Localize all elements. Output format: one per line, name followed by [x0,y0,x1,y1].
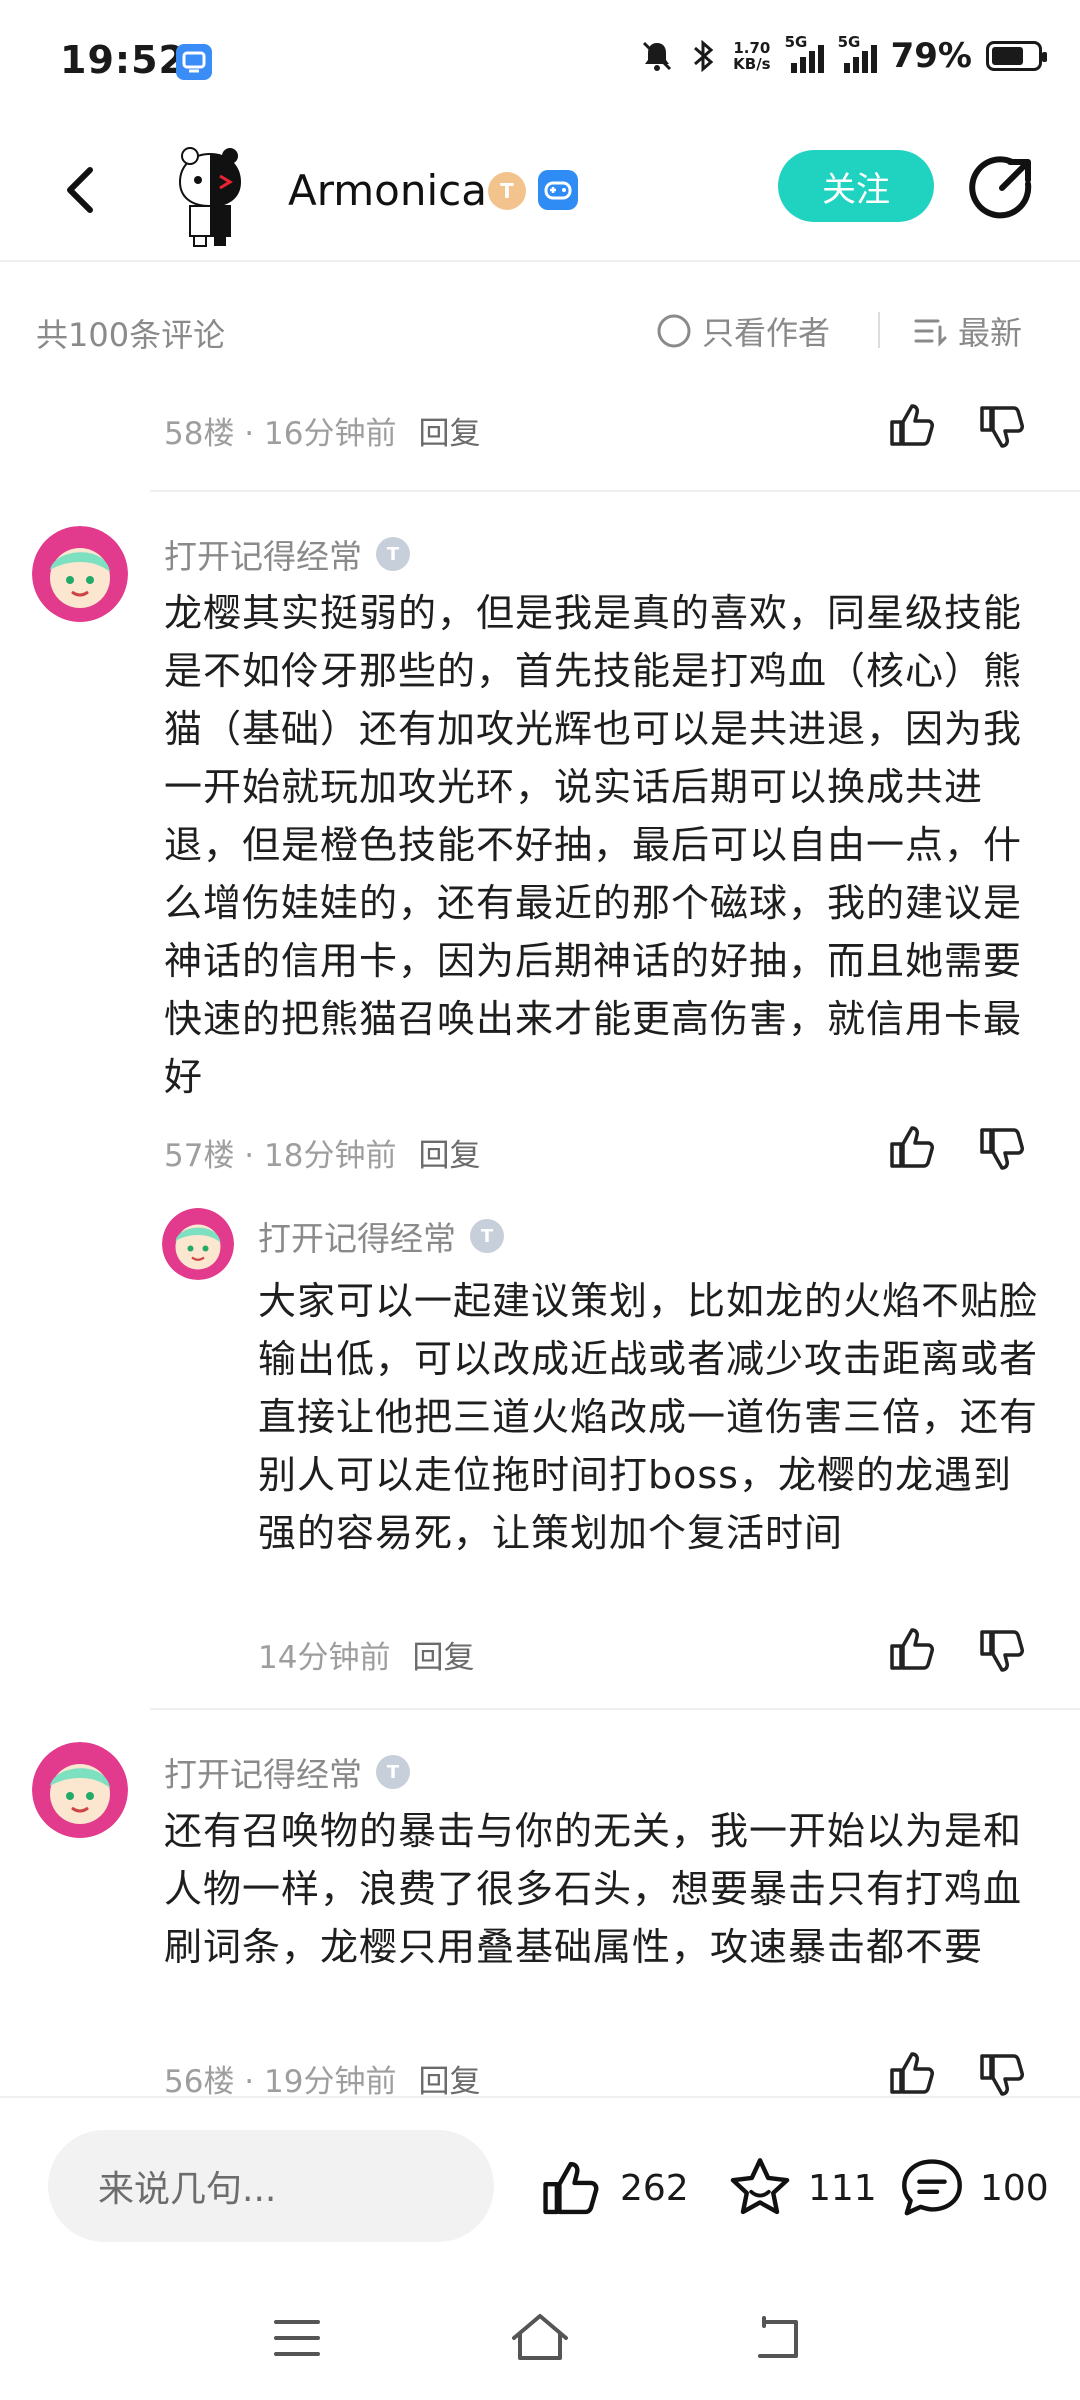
comment-count: 共100条评论 [36,316,226,354]
back-button[interactable] [52,160,112,220]
dislike-button[interactable] [976,2048,1030,2102]
sort-toggle[interactable]: 最新 [912,308,1022,354]
thumbs-down-icon [980,2054,1024,2096]
gamepad-badge-icon [538,170,578,210]
replier-avatar[interactable] [162,1208,234,1280]
author-only-toggle[interactable]: 只看作者 [656,308,830,354]
level-badge: T [376,1755,410,1789]
thumbs-down-icon [980,1128,1024,1170]
signal-icon-2: 5G [838,33,877,73]
comment-divider [150,490,1080,492]
system-nav-bar [0,2276,1080,2400]
net-speed: 1.70 KB/s [733,39,771,73]
reply-button[interactable]: 回复 [418,2064,480,2100]
battery-percent: 79% [890,36,972,76]
comment-text: 还有召唤物的暴击与你的无关，我一开始以为是和人物一样，浪费了很多石头，想要暴击只… [164,1809,1023,1969]
thumbs-up-icon [543,2161,599,2215]
menu-nav-button[interactable] [272,2316,322,2364]
author-name[interactable]: Armonica [288,166,487,215]
reply-button[interactable]: 回复 [418,1138,480,1174]
return-icon [758,2316,798,2358]
mute-bell-icon [643,41,672,71]
comment-meta: 57楼 · 18分钟前 回复 [164,1138,481,1174]
like-button[interactable] [886,1622,940,1676]
comment-meta: 58楼 · 16分钟前 回复 [164,416,481,452]
thumbs-up-icon [890,1628,934,1670]
header-divider [0,260,1080,262]
comment-total: 100 [980,2167,1049,2209]
thumbs-down-icon [980,406,1024,448]
like-button[interactable] [886,1120,940,1174]
status-time: 19:52 [60,38,186,82]
replier-name[interactable]: 打开记得经常 T [258,1212,504,1260]
post-header: Armonica T 关注 [0,130,1080,260]
home-nav-button[interactable] [510,2312,570,2366]
bluetooth-icon [694,39,714,73]
status-bar: 19:52 1.70 KB/s 5G 5G 79% [0,0,1080,120]
commenter-avatar[interactable] [32,1742,128,1838]
comment-meta: 56楼 · 19分钟前 回复 [164,2064,481,2100]
comment-divider [150,1708,1080,1710]
share-icon [969,156,1032,219]
app-notification-icon [176,44,212,80]
thumbs-down-icon [980,1630,1024,1672]
dislike-button[interactable] [976,1122,1030,1176]
follow-button[interactable]: 关注 [778,150,934,222]
comment-bubble-icon [902,2159,962,2216]
commenter-avatar[interactable] [32,526,128,622]
commenter-name[interactable]: 打开记得经常 T [164,530,410,578]
thumbs-up-icon [890,404,934,446]
commenter-name[interactable]: 打开记得经常 T [164,1748,410,1796]
comment-input[interactable]: 来说几句... [48,2130,494,2242]
radio-circle-icon [657,314,691,348]
level-badge: T [470,1219,504,1253]
signal-icon: 5G [785,33,824,73]
status-icons: 1.70 KB/s 5G 5G 79% [639,33,1047,76]
chevron-left-icon [67,167,93,213]
battery-icon [986,41,1047,71]
post-comment-button[interactable]: 100 [898,2154,1049,2222]
author-avatar[interactable] [160,140,260,250]
post-favorite-button[interactable]: 111 [726,2154,877,2222]
star-icon [730,2158,790,2215]
bottom-action-bar: 来说几句... 262 111 100 [0,2096,1080,2278]
reply-text: 大家可以一起建议策划，比如龙的火焰不贴脸输出低，可以改成近战或者减少攻击距离或者… [258,1279,1039,1555]
sort-icon [914,319,947,347]
favorite-count: 111 [808,2167,877,2209]
thumbs-up-icon [890,2052,934,2094]
back-nav-button[interactable] [752,2314,804,2366]
reply-button[interactable]: 回复 [418,416,480,452]
like-button[interactable] [886,398,940,452]
like-button[interactable] [886,2046,940,2100]
reply-button[interactable]: 回复 [412,1640,474,1676]
thumbs-up-icon [890,1126,934,1168]
home-icon [512,2314,568,2360]
comment-text: 龙樱其实挺弱的，但是我是真的喜欢，同星级技能是不如伶牙那些的，首先技能是打鸡血（… [164,591,1023,1099]
reply-meta: 14分钟前 回复 [258,1640,475,1676]
share-button[interactable] [966,154,1036,224]
dislike-button[interactable] [976,1624,1030,1678]
dislike-button[interactable] [976,400,1030,454]
filter-divider [878,312,880,348]
menu-icon [274,2320,320,2356]
level-badge: T [488,172,526,210]
level-badge: T [376,537,410,571]
like-count: 262 [620,2167,689,2209]
post-like-button[interactable]: 262 [538,2154,689,2222]
